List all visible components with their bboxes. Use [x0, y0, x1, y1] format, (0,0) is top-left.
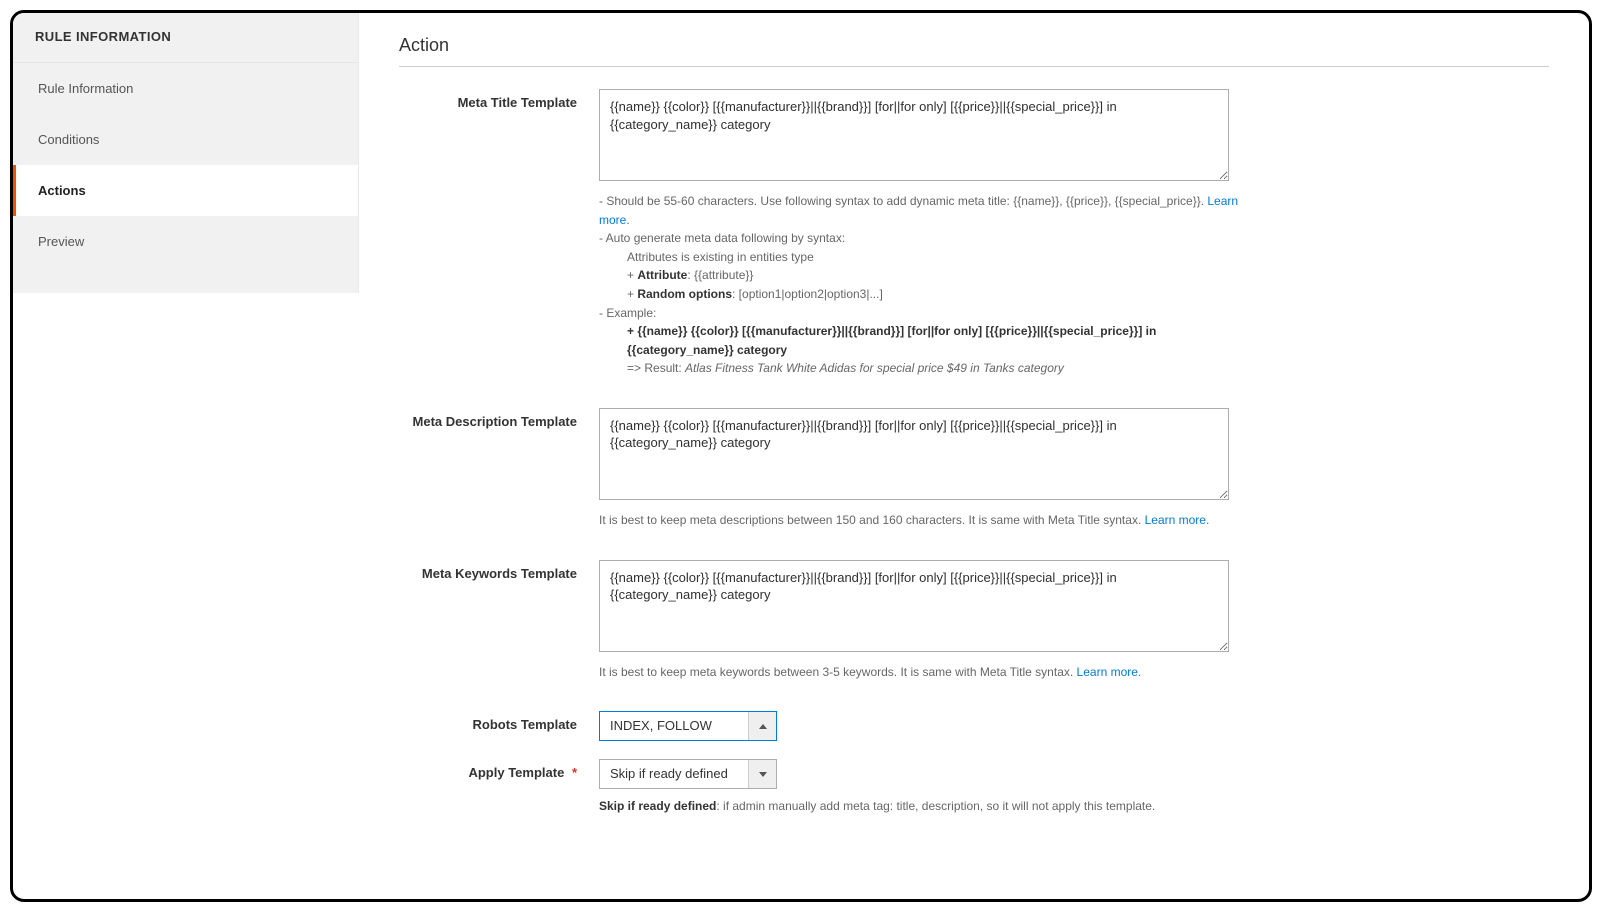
robots-select[interactable]: INDEX, FOLLOW — [599, 711, 777, 741]
label-robots: Robots Template — [399, 711, 599, 732]
required-mark: * — [572, 765, 577, 780]
meta-description-textarea[interactable] — [599, 408, 1229, 500]
note-text: It is best to keep meta descriptions bet… — [599, 513, 1145, 527]
input-col-robots: INDEX, FOLLOW — [599, 711, 1239, 741]
sidebar-header: RULE INFORMATION — [13, 13, 358, 63]
triangle-down-icon — [759, 772, 767, 777]
meta-keywords-note: It is best to keep meta keywords between… — [599, 663, 1239, 682]
robots-select-value: INDEX, FOLLOW — [600, 712, 748, 740]
sidebar-item-rule-information[interactable]: Rule Information — [13, 63, 358, 114]
sidebar-item-actions[interactable]: Actions — [13, 165, 358, 216]
label-apply-template: Apply Template * — [399, 759, 599, 780]
row-apply-template: Apply Template * Skip if ready defined S… — [399, 759, 1549, 815]
input-col-meta-keywords: It is best to keep meta keywords between… — [599, 560, 1239, 682]
triangle-up-icon — [759, 724, 767, 729]
note-text: + Attribute: {{attribute}} — [599, 266, 1239, 285]
apply-template-select[interactable]: Skip if ready defined — [599, 759, 777, 789]
row-meta-keywords: Meta Keywords Template It is best to kee… — [399, 560, 1549, 682]
input-col-meta-title: - Should be 55-60 characters. Use follow… — [599, 89, 1239, 378]
note-text: - Auto generate meta data following by s… — [599, 231, 845, 245]
note-text: It is best to keep meta keywords between… — [599, 665, 1077, 679]
label-meta-keywords: Meta Keywords Template — [399, 560, 599, 581]
apply-select-value: Skip if ready defined — [600, 760, 748, 788]
meta-title-textarea[interactable] — [599, 89, 1229, 181]
row-meta-description: Meta Description Template It is best to … — [399, 408, 1549, 530]
sidebar-item-label: Preview — [38, 234, 84, 249]
app-frame: RULE INFORMATION Rule Information Condit… — [10, 10, 1592, 902]
learn-more-link[interactable]: Learn more — [1145, 513, 1206, 527]
note-text: + Random options: [option1|option2|optio… — [599, 285, 1239, 304]
robots-select-toggle[interactable] — [748, 712, 776, 740]
sidebar: RULE INFORMATION Rule Information Condit… — [13, 13, 359, 293]
sidebar-item-conditions[interactable]: Conditions — [13, 114, 358, 165]
note-example: + {{name}} {{color}} [{{manufacturer}}||… — [599, 322, 1239, 359]
row-meta-title: Meta Title Template - Should be 55-60 ch… — [399, 89, 1549, 378]
apply-template-help: Skip if ready defined: if admin manually… — [599, 797, 1239, 815]
section-title: Action — [399, 35, 1549, 67]
note-text: Attributes is existing in entities type — [599, 248, 1239, 267]
sidebar-item-label: Actions — [38, 183, 86, 198]
note-text: - Should be 55-60 characters. Use follow… — [599, 194, 1207, 208]
meta-description-note: It is best to keep meta descriptions bet… — [599, 511, 1239, 530]
sidebar-item-preview[interactable]: Preview — [13, 216, 358, 267]
apply-select-toggle[interactable] — [748, 760, 776, 788]
content-area: Action Meta Title Template - Should be 5… — [359, 13, 1589, 899]
sidebar-item-label: Rule Information — [38, 81, 133, 96]
sidebar-item-label: Conditions — [38, 132, 99, 147]
meta-keywords-textarea[interactable] — [599, 560, 1229, 652]
row-robots: Robots Template INDEX, FOLLOW — [399, 711, 1549, 741]
label-meta-description: Meta Description Template — [399, 408, 599, 429]
note-result: => Result: Atlas Fitness Tank White Adid… — [599, 359, 1239, 378]
learn-more-link[interactable]: Learn more — [1077, 665, 1138, 679]
meta-title-note: - Should be 55-60 characters. Use follow… — [599, 192, 1239, 378]
note-text: - Example: — [599, 306, 656, 320]
input-col-apply: Skip if ready defined Skip if ready defi… — [599, 759, 1239, 815]
label-meta-title: Meta Title Template — [399, 89, 599, 110]
input-col-meta-description: It is best to keep meta descriptions bet… — [599, 408, 1239, 530]
